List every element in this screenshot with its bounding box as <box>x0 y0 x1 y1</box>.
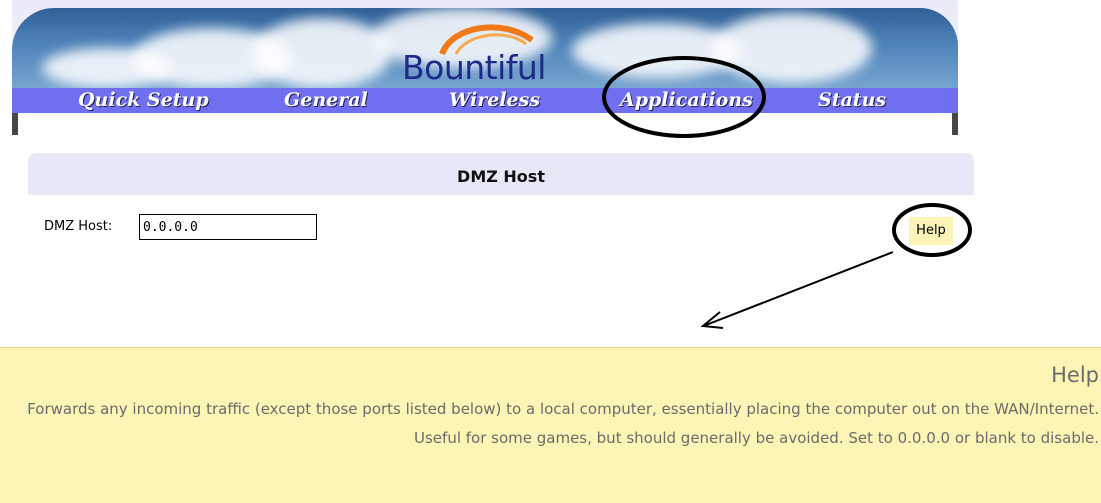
brand-logo: Bountiful <box>402 48 546 87</box>
help-title: Help <box>1051 363 1099 387</box>
annotation-arrow <box>705 251 894 326</box>
router-header: Bountiful Quick Setup General Wireless A… <box>12 0 958 136</box>
nav-quick-setup[interactable]: Quick Setup <box>78 88 209 113</box>
dmz-host-label: DMZ Host: <box>44 219 113 234</box>
arrow-head-icon <box>700 311 724 329</box>
header-bottom-curve <box>18 113 952 136</box>
nav-general[interactable]: General <box>284 88 368 113</box>
help-panel: Help Forwards any incoming traffic (exce… <box>0 347 1101 503</box>
nav-edge-right <box>952 113 958 135</box>
dmz-host-input[interactable] <box>139 214 317 240</box>
nav-status[interactable]: Status <box>818 88 886 113</box>
nav-applications[interactable]: Applications <box>620 88 753 113</box>
nav-wireless[interactable]: Wireless <box>449 88 540 113</box>
main-nav: Quick Setup General Wireless Application… <box>12 88 958 113</box>
help-button[interactable]: Help <box>909 217 953 245</box>
header-banner: Bountiful <box>12 8 958 88</box>
help-text: Forwards any incoming traffic (except th… <box>27 400 1099 447</box>
page-title: DMZ Host <box>457 167 545 186</box>
dmz-panel-header: DMZ Host <box>28 153 974 195</box>
